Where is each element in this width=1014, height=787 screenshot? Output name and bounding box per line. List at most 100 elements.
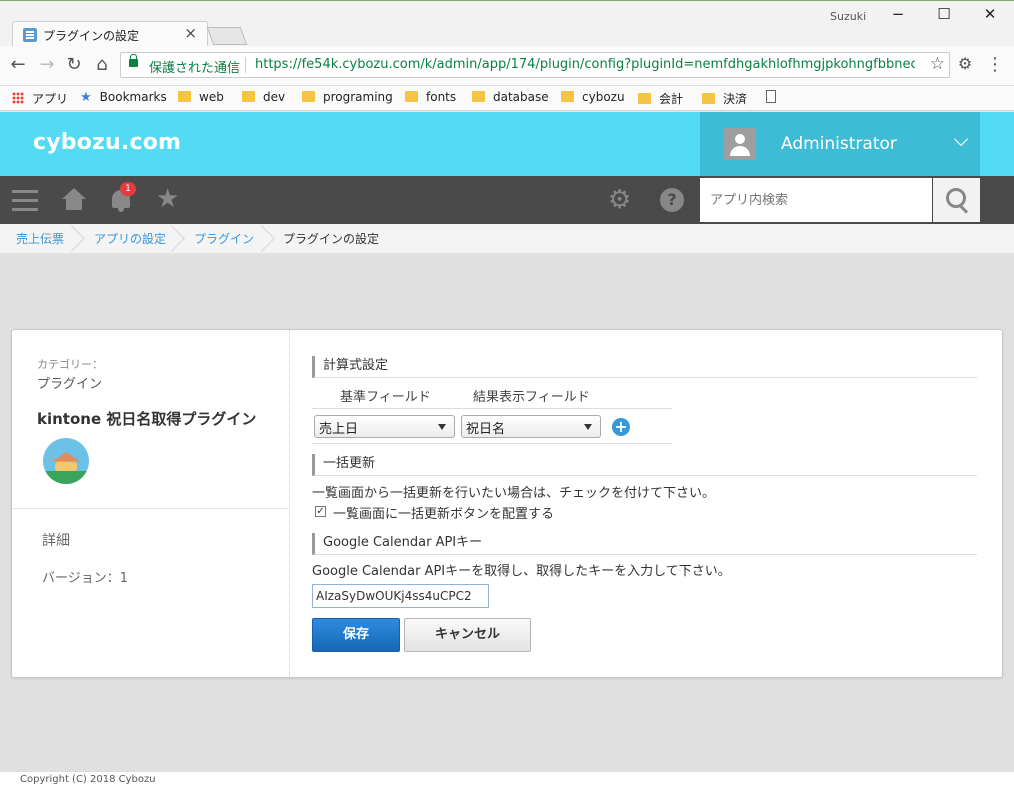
folder-icon [178,91,191,102]
app-search-input[interactable] [700,178,932,222]
tab-close-icon[interactable]: × [184,24,197,42]
url-separator [245,57,246,73]
col-result-field: 結果表示フィールド [473,390,590,405]
browser-tab[interactable]: プラグインの設定 × [12,21,208,48]
base-field-select[interactable]: 売上日 [314,415,455,438]
add-row-icon[interactable]: + [612,418,630,436]
cancel-button[interactable]: キャンセル [404,618,531,652]
breadcrumb-separator [72,224,84,254]
cybozu-logo[interactable]: cybozu.com [33,130,181,155]
hamburger-menu-icon[interactable] [12,186,40,214]
bookmark-fonts[interactable]: fonts [405,90,456,104]
divider [12,508,290,509]
detail-link[interactable]: 詳細 [42,530,70,550]
secure-label: 保護された通信 [149,61,241,76]
reload-icon[interactable]: ↻ [63,54,85,75]
breadcrumb-separator [172,224,184,254]
row-divider [312,443,672,444]
result-field-select[interactable]: 祝日名 [461,415,601,438]
col-base-field: 基準フィールド [340,390,431,405]
breadcrumb-app[interactable]: 売上伝票 [16,230,64,247]
bookmark-dev[interactable]: dev [242,90,285,104]
bookmark-database[interactable]: database [472,90,549,104]
tab-title: プラグインの設定 [43,29,140,43]
dropdown-arrow-icon [584,424,592,430]
plugin-info-panel: カテゴリー： プラグイン kintone 祝日名取得プラグイン 詳細 バージョン… [12,330,290,679]
breadcrumb-plugins[interactable]: プラグイン [194,230,254,247]
folder-icon [405,91,418,102]
new-tab-button[interactable] [206,27,248,45]
bookmark-page[interactable] [766,90,776,104]
bookmark-bookmarks[interactable]: ★ Bookmarks [80,90,167,105]
star-icon: ★ [80,90,92,105]
folder-icon [561,91,574,102]
maximize-icon[interactable]: ☐ [929,5,959,23]
home-icon[interactable] [60,186,88,214]
breadcrumb-separator [262,224,274,254]
page-icon [766,90,776,103]
search-icon[interactable] [933,178,980,222]
window-close-icon[interactable]: ✕ [975,5,1005,23]
browser-titlebar: プラグインの設定 × Suzuki − ☐ ✕ [0,0,1014,48]
home-page-icon[interactable]: ⌂ [91,54,113,75]
help-icon[interactable]: ? [660,188,684,212]
minimize-icon[interactable]: − [883,5,913,23]
url-text[interactable]: https://fe54k.cybozu.com/k/admin/app/174… [255,57,915,72]
folder-icon [638,93,651,104]
menu-kebab-icon[interactable]: ⋮ [984,54,1006,75]
save-button[interactable]: 保存 [312,618,400,652]
gear-icon[interactable]: ⚙ [608,186,636,214]
header-edge [980,112,1014,176]
bulk-update-checkbox[interactable]: ✓ [315,506,326,517]
plugin-logo-icon [43,438,89,484]
bookmark-star-icon[interactable]: ☆ [930,54,945,74]
breadcrumb-app-settings[interactable]: アプリの設定 [94,230,166,247]
bookmark-kessai[interactable]: 決済 [702,90,747,107]
apps-grid-icon [12,92,24,104]
row-divider [312,408,672,409]
section-bulk-title: 一括更新 [312,454,977,476]
bookmark-kaikei[interactable]: 会計 [638,90,683,107]
version-label: バージョン：1 [42,571,129,586]
footer: Copyright (C) 2018 Cybozu [0,771,1014,787]
plugin-name: kintone 祝日名取得プラグイン [37,410,257,428]
section-formula-title: 計算式設定 [312,356,977,378]
dropdown-arrow-icon [438,424,446,430]
api-description: Google Calendar APIキーを取得し、取得したキーを入力して下さい… [312,564,731,579]
breadcrumb-current: プラグインの設定 [283,232,380,246]
favorite-star-icon[interactable]: ★ [156,186,184,214]
back-icon[interactable]: ← [7,54,29,75]
breadcrumb: 売上伝票 アプリの設定 プラグイン プラグインの設定 [0,224,1014,254]
extension-icon[interactable]: ⚙ [954,54,976,73]
api-key-input[interactable] [312,584,489,608]
user-menu[interactable]: Administrator [700,112,980,176]
address-toolbar: ← → ↻ ⌂ 保護された通信 https://fe54k.cybozu.com… [0,46,1014,86]
avatar [724,128,756,160]
bulk-update-checkbox-label[interactable]: 一覧画面に一括更新ボタンを配置する [333,503,554,522]
notification-badge: 1 [120,182,136,196]
forward-icon[interactable]: → [36,54,58,75]
bookmark-cybozu[interactable]: cybozu [561,90,625,104]
bookmark-programing[interactable]: programing [302,90,393,104]
kintone-favicon-icon [23,28,37,42]
category-label: カテゴリー： [37,358,103,371]
lock-icon [129,54,138,67]
bookmark-web[interactable]: web [178,90,224,104]
folder-icon [472,91,485,102]
bookmark-apps[interactable]: アプリ [12,90,68,107]
section-api-title: Google Calendar APIキー [312,533,977,555]
category-value: プラグイン [37,377,103,392]
folder-icon [242,91,255,102]
url-bar[interactable]: 保護された通信 https://fe54k.cybozu.com/k/admin… [120,52,950,78]
copyright-text: Copyright (C) 2018 Cybozu [20,774,156,785]
plugin-config-card: カテゴリー： プラグイン kintone 祝日名取得プラグイン 詳細 バージョン… [11,329,1003,679]
folder-icon [702,93,715,104]
folder-icon [302,91,315,102]
chevron-down-icon [953,131,969,147]
config-form: 計算式設定 基準フィールド 結果表示フィールド 売上日 祝日名 + 一括更新 一… [312,330,982,679]
window-user-name: Suzuki [830,10,867,23]
user-name: Administrator [781,134,897,154]
bulk-description: 一覧画面から一括更新を行いたい場合は、チェックを付けて下さい。 [312,486,716,501]
bookmarks-bar: アプリ ★ Bookmarks web dev programing fonts … [0,86,1014,111]
cybozu-header: cybozu.com Administrator [0,112,1014,176]
